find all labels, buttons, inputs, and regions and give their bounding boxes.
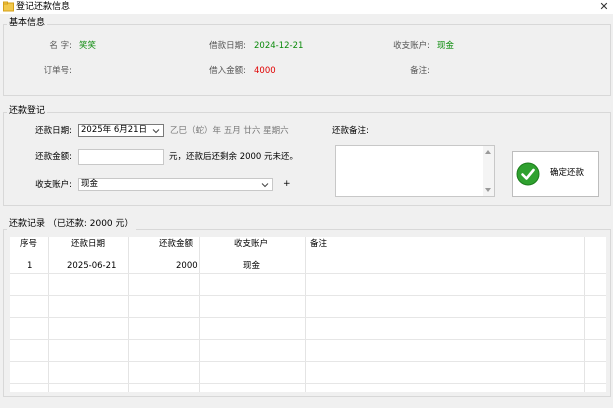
scroll-up-icon[interactable] xyxy=(485,150,491,154)
cell-account: 现金 xyxy=(243,261,261,271)
loan-date-value: 2024-12-21 xyxy=(254,41,304,51)
account-label: 收支账户: xyxy=(393,41,430,51)
note-label: 备注: xyxy=(410,66,430,76)
repay-account-select[interactable]: 现金 xyxy=(78,178,273,191)
records-table[interactable]: 序号 还款日期 还款金额 收支账户 备注 1 2025-06-21 2000 现… xyxy=(10,237,606,392)
basic-info-legend: 基本信息 xyxy=(7,18,48,29)
basic-info-group xyxy=(3,24,611,96)
add-account-button[interactable]: + xyxy=(283,179,291,190)
column-header-note[interactable]: 备注 xyxy=(310,237,328,251)
account-value: 现金 xyxy=(437,41,455,51)
confirm-repay-label: 确定还款 xyxy=(550,168,585,178)
repay-account-label: 收支账户: xyxy=(35,180,72,190)
cell-date: 2025-06-21 xyxy=(67,261,117,271)
repay-amount-label: 还款金额: xyxy=(35,152,72,162)
cell-no: 1 xyxy=(27,261,33,271)
repay-date-label: 还款日期: xyxy=(35,126,72,136)
repay-date-value: 2025年 6月21日 xyxy=(81,125,148,135)
close-icon[interactable]: ✕ xyxy=(597,0,611,14)
repay-account-value: 现金 xyxy=(81,179,99,189)
chevron-down-icon xyxy=(261,183,269,188)
repay-note-textarea[interactable] xyxy=(335,145,495,197)
repayment-legend: 还款登记 xyxy=(7,106,48,117)
title-bar: 登记还款信息 ✕ xyxy=(0,0,613,14)
loan-date-label: 借款日期: xyxy=(209,41,246,51)
column-header-no[interactable]: 序号 xyxy=(20,237,38,251)
repay-date-picker[interactable]: 2025年 6月21日 xyxy=(78,124,164,137)
scroll-down-icon[interactable] xyxy=(485,188,491,192)
cell-amount: 2000 xyxy=(176,261,198,271)
window-title: 登记还款信息 xyxy=(16,2,71,12)
column-header-account[interactable]: 收支账户 xyxy=(234,237,269,251)
column-header-amount[interactable]: 还款金额 xyxy=(159,237,194,251)
column-header-date[interactable]: 还款日期 xyxy=(71,237,106,251)
repay-note-label: 还款备注: xyxy=(332,126,369,136)
confirm-repay-button[interactable]: 确定还款 xyxy=(512,151,599,197)
check-icon xyxy=(516,162,540,186)
loan-amount-value: 4000 xyxy=(254,66,276,76)
loan-amount-label: 借入金额: xyxy=(209,66,246,76)
repay-amount-input[interactable] xyxy=(78,149,164,165)
folder-icon xyxy=(3,1,14,12)
chevron-down-icon xyxy=(152,129,160,134)
name-label: 名 字: xyxy=(49,41,72,51)
repay-amount-hint: 元，还款后还剩余 2000 元未还。 xyxy=(169,152,299,162)
lunar-date: 乙巳（蛇）年 五月 廿六 星期六 xyxy=(170,126,289,136)
name-value: 笑笑 xyxy=(79,41,97,51)
note-scrollbar[interactable] xyxy=(483,146,494,196)
records-legend: 还款记录 （已还款: 2000 元） xyxy=(7,219,136,230)
order-label: 订单号: xyxy=(43,66,72,76)
